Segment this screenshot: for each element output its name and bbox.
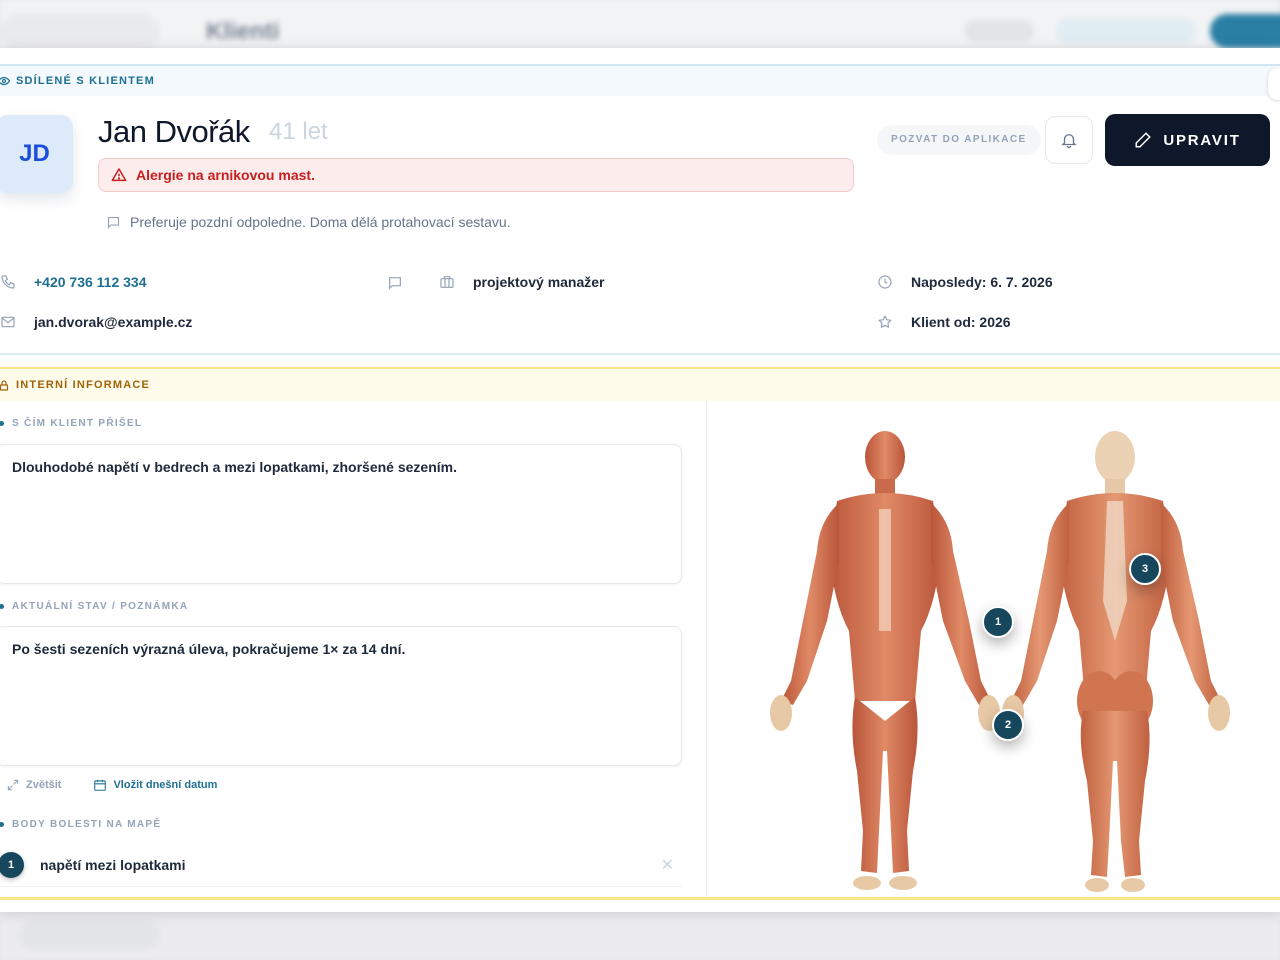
edit-label: UPRAVIT [1163, 131, 1241, 149]
reason-label-text: S ČÍM KLIENT PŘIŠEL [12, 418, 143, 429]
internal-section-header: INTERNÍ INFORMACE [0, 367, 1280, 401]
status-label: AKTUÁLNÍ STAV / POZNÁMKA [0, 601, 188, 612]
last-visit-item: Naposledy: 6. 7. 2026 [877, 274, 1053, 290]
pain-marker-1[interactable]: 1 [982, 606, 1014, 638]
backdrop-button [1056, 18, 1196, 44]
back-figure [1002, 431, 1230, 892]
client-since-text: Klient od: 2026 [911, 314, 1011, 330]
pain-point-text: napětí mezi lopatkami [40, 856, 186, 873]
lock-icon [0, 379, 9, 391]
phone-item: +420 736 112 334 [0, 274, 147, 290]
warning-icon [111, 168, 127, 182]
occupation-text: projektový manažer [473, 274, 605, 290]
body-map[interactable]: 1 2 3 [707, 401, 1280, 897]
note-toolbar: Zvětšit Vložit dnešní datum [6, 778, 249, 792]
expand-icon [7, 779, 19, 791]
client-detail-panel: SDÍLENÉ S KLIENTEM JD Jan Dvořák 41 let … [0, 48, 1280, 912]
status-textarea[interactable]: Po šesti sezeních výrazná úleva, pokraču… [0, 626, 682, 766]
bullet-dot [0, 822, 4, 827]
clock-icon [878, 275, 892, 289]
calendar-icon [94, 779, 107, 791]
phone-icon [1, 275, 15, 289]
pain-points-label: BODY BOLESTI NA MAPĚ [0, 819, 161, 830]
occupation-item: projektový manažer [439, 274, 605, 290]
notification-button[interactable] [1045, 116, 1093, 164]
shared-section-header: SDÍLENÉ S KLIENTEM [0, 64, 1280, 96]
backdrop-bottom-bar [0, 912, 1280, 960]
invite-to-app-button[interactable]: POZVAT DO APLIKACE [877, 125, 1041, 155]
pain-marker-3[interactable]: 3 [1129, 553, 1161, 585]
pain-point-row[interactable]: 1 napětí mezi lopatkami ✕ [0, 843, 682, 887]
preference-text: Preferuje pozdní odpoledne. Doma dělá pr… [130, 214, 511, 230]
pain-points-label-text: BODY BOLESTI NA MAPĚ [12, 819, 162, 830]
message-icon[interactable] [387, 275, 403, 291]
eye-icon [0, 76, 10, 86]
status-label-text: AKTUÁLNÍ STAV / POZNÁMKA [12, 601, 189, 612]
insert-date-button[interactable]: Vložit dnešní datum [93, 778, 217, 792]
avatar: JD [0, 115, 73, 193]
pain-marker-2[interactable]: 2 [992, 709, 1024, 741]
client-age: 41 let [269, 118, 328, 145]
phone-link[interactable]: +420 736 112 334 [34, 274, 147, 290]
backdrop-bottom-pill [20, 920, 160, 950]
client-name: Jan Dvořák [98, 114, 250, 149]
bullet-dot [0, 421, 4, 426]
reason-textarea[interactable]: Dlouhodobé napětí v bedrech a mezi lopat… [0, 444, 682, 584]
pain-point-number: 1 [0, 851, 24, 878]
internal-section-bottom-border [0, 897, 1280, 900]
internal-section-label: INTERNÍ INFORMACE [16, 379, 151, 391]
client-since-item: Klient od: 2026 [877, 314, 1011, 330]
star-icon [878, 315, 892, 328]
bullet-dot [0, 604, 4, 609]
side-handle[interactable] [1268, 68, 1280, 100]
pencil-icon [1135, 132, 1152, 148]
allergy-alert: Alergie na arnikovou mast. [98, 158, 854, 192]
shared-section-label: SDÍLENÉ S KLIENTEM [16, 75, 155, 87]
briefcase-icon [440, 276, 454, 288]
expand-button[interactable]: Zvětšit [6, 778, 61, 792]
allergy-text: Alergie na arnikovou mast. [136, 167, 315, 183]
comment-icon [107, 216, 120, 229]
preference-note: Preferuje pozdní odpoledne. Doma dělá pr… [106, 214, 511, 230]
front-figure [770, 431, 1000, 890]
edit-button[interactable]: UPRAVIT [1105, 114, 1270, 166]
expand-label: Zvětšit [26, 779, 62, 791]
body-illustration [770, 431, 1230, 892]
last-visit-text: Naposledy: 6. 7. 2026 [911, 274, 1053, 290]
backdrop-sidebar-pill [0, 14, 160, 50]
bell-icon [1061, 134, 1077, 149]
insert-date-label: Vložit dnešní datum [113, 779, 218, 791]
reason-label: S ČÍM KLIENT PŘIŠEL [0, 418, 142, 429]
mail-icon [1, 316, 15, 328]
section-divider [0, 353, 1280, 355]
backdrop-button [964, 20, 1034, 42]
backdrop-button [1210, 14, 1280, 48]
backdrop-page-title: Klienti [206, 18, 280, 45]
email-item: jan.dvorak@example.cz [0, 314, 192, 330]
remove-pain-point-icon[interactable]: ✕ [661, 855, 674, 875]
email-text[interactable]: jan.dvorak@example.cz [34, 314, 192, 330]
